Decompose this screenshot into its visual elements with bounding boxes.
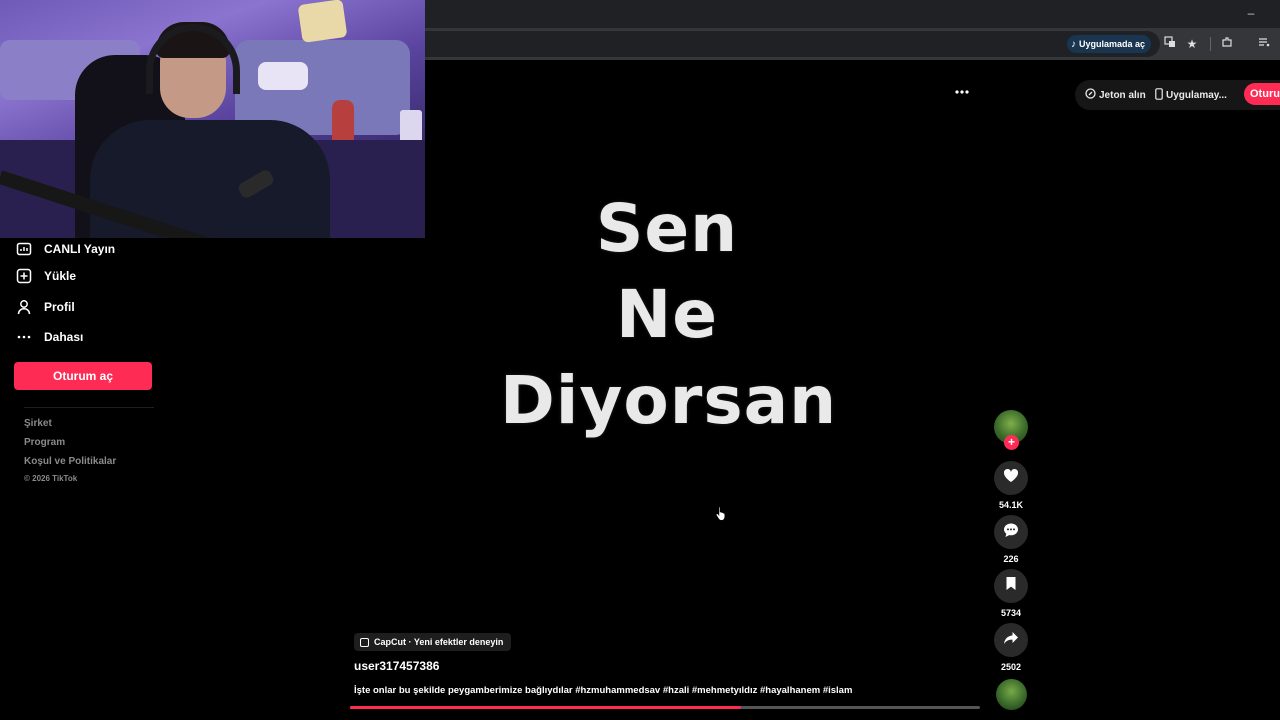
- toolbar-divider: [1210, 37, 1211, 51]
- sidebar: CANLI Yayın Yükle Profil Dahası Oturum a…: [0, 238, 170, 720]
- sidebar-item-more[interactable]: Dahası: [16, 326, 83, 348]
- follow-plus-icon[interactable]: +: [1004, 435, 1019, 450]
- music-disc-icon[interactable]: [996, 679, 1027, 710]
- comment-count: 226: [1003, 554, 1019, 564]
- comment-icon: [1003, 522, 1019, 543]
- footer-link-company[interactable]: Şirket: [24, 418, 52, 429]
- video-overlay-line-3: Diyorsan: [500, 362, 838, 439]
- get-coins-label: Jeton alın: [1099, 89, 1146, 101]
- webcam-pillow-white: [258, 62, 308, 90]
- video-caption: İşte onlar bu şekilde peygamberimize bağ…: [354, 685, 853, 696]
- get-app-label: Uygulamay...: [1166, 89, 1227, 101]
- get-app-button[interactable]: Uygulamay...: [1155, 80, 1227, 110]
- heart-icon: [1003, 468, 1019, 488]
- copyright: © 2026 TikTok: [24, 474, 78, 483]
- upload-icon: [16, 268, 32, 284]
- video-overlay-line-1: Sen: [595, 190, 739, 267]
- like-button[interactable]: [994, 461, 1028, 495]
- webcam-overlay: [0, 0, 425, 238]
- sidebar-item-label: Dahası: [44, 330, 84, 344]
- sidebar-login-button[interactable]: Oturum aç: [14, 362, 152, 390]
- phone-icon: [1155, 87, 1163, 103]
- more-options-button[interactable]: [952, 84, 972, 102]
- share-button[interactable]: [994, 623, 1028, 657]
- extensions-icon[interactable]: [1218, 35, 1236, 53]
- open-in-app-label: Uygulamada aç: [1079, 39, 1146, 49]
- capcut-icon: [360, 637, 369, 647]
- video-progress-bar[interactable]: [350, 706, 980, 709]
- sidebar-item-upload[interactable]: Yükle: [16, 265, 76, 287]
- address-bar[interactable]: [425, 31, 1160, 57]
- save-button[interactable]: [994, 569, 1028, 603]
- window-minimize-button[interactable]: –: [1244, 6, 1258, 20]
- sidebar-item-profile[interactable]: Profil: [16, 296, 75, 318]
- sidebar-item-label: Yükle: [44, 269, 77, 283]
- more-icon: [16, 329, 32, 345]
- open-in-app-chip[interactable]: ♪ Uygulamada aç: [1067, 35, 1152, 53]
- webcam-pillow: [297, 0, 348, 43]
- footer-link-terms[interactable]: Koşul ve Politikalar: [24, 456, 116, 467]
- video-progress-fill: [350, 706, 741, 709]
- tiktok-icon: ♪: [1071, 38, 1076, 50]
- bookmark-star-icon[interactable]: ★: [1183, 35, 1201, 53]
- profile-icon: [16, 299, 32, 315]
- hand-cursor-icon: [715, 505, 727, 521]
- video-overlay-line-2: Ne: [616, 276, 718, 353]
- sidebar-item-live[interactable]: CANLI Yayın: [16, 238, 115, 260]
- effect-chip[interactable]: CapCut · Yeni efektler deneyin: [354, 633, 512, 651]
- sidebar-item-label: Profil: [44, 300, 75, 314]
- live-icon: [16, 241, 32, 257]
- sidebar-item-label: CANLI Yayın: [44, 242, 116, 256]
- video-username[interactable]: user317457386: [354, 659, 439, 673]
- like-count: 54.1K: [998, 500, 1024, 510]
- top-login-button[interactable]: Oturum aç: [1244, 83, 1280, 105]
- media-control-icon[interactable]: [1255, 35, 1273, 53]
- translate-icon[interactable]: [1161, 35, 1179, 53]
- comment-button[interactable]: [994, 515, 1028, 549]
- get-coins-button[interactable]: Jeton alın: [1085, 80, 1146, 110]
- bookmark-icon: [1005, 576, 1017, 596]
- save-count: 5734: [1000, 608, 1022, 618]
- coin-icon: [1085, 88, 1096, 102]
- footer-link-program[interactable]: Program: [24, 437, 65, 448]
- sidebar-divider: [24, 407, 154, 408]
- share-count: 2502: [1000, 662, 1022, 672]
- share-icon: [1003, 631, 1019, 650]
- effect-label: CapCut · Yeni efektler deneyin: [374, 637, 504, 647]
